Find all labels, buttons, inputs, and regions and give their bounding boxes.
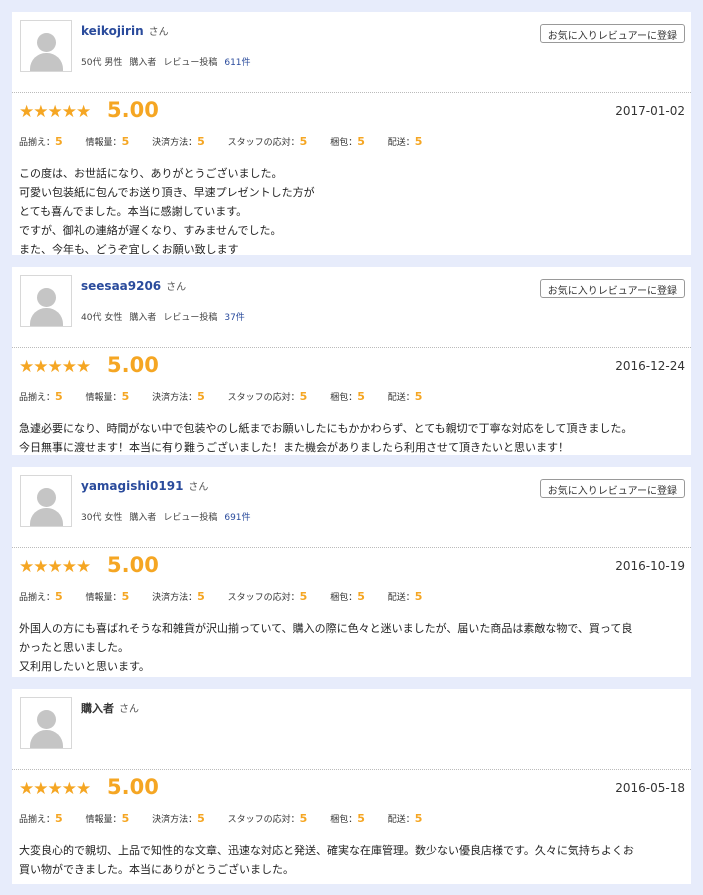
- score-row: ★★★★★ 5.00 2017-01-02: [19, 98, 685, 128]
- reviewer-meta: 40代 女性 購入者 レビュー投稿 37件: [81, 310, 252, 323]
- add-favorite-reviewer-button[interactable]: お気に入りレビュアーに登録: [539, 279, 685, 298]
- review-card: seesaa9206 さん 40代 女性 購入者 レビュー投稿 37件 お気に入りレビュ…: [12, 267, 691, 455]
- score-value: 5.00: [107, 98, 159, 122]
- score-value: 5.00: [107, 353, 159, 377]
- buyer-label: 購入者: [129, 313, 157, 323]
- review-card: 購入者 さん ★★★★★ 5.00 2016-05-18 品揃え：5 情報量：5 …: [12, 689, 691, 884]
- score-value: 5.00: [107, 553, 159, 577]
- honorific: さん: [188, 482, 209, 493]
- reviewer-name-link[interactable]: seesaa9206 さん: [81, 278, 186, 293]
- avatar: [20, 697, 72, 749]
- star-rating: ★★★★★: [19, 779, 91, 799]
- score-row: ★★★★★ 5.00 2016-05-18: [19, 775, 685, 805]
- avatar: [20, 275, 72, 327]
- review-date: 2016-10-19: [615, 559, 685, 573]
- star-rating: ★★★★★: [19, 102, 91, 122]
- sub-ratings: 品揃え：5 情報量：5 決済方法：5 スタッフの応対：5 梱包：5 配送：5: [19, 390, 423, 403]
- age-gender: 30代 女性: [81, 513, 123, 523]
- reviewer-name-link[interactable]: yamagishi0191 さん: [81, 478, 208, 493]
- review-count-link[interactable]: 691件: [224, 513, 250, 523]
- star-rating: ★★★★★: [19, 557, 91, 577]
- reviewer-meta: 30代 女性 購入者 レビュー投稿 691件: [81, 510, 258, 523]
- score-row: ★★★★★ 5.00 2016-12-24: [19, 353, 685, 383]
- star-rating: ★★★★★: [19, 357, 91, 377]
- review-header: keikojirin さん 50代 男性 購入者 レビュー投稿 611件 お気に入りレビ…: [12, 12, 691, 93]
- sub-ratings: 品揃え：5 情報量：5 決済方法：5 スタッフの応対：5 梱包：5 配送：5: [19, 812, 423, 825]
- review-date: 2016-12-24: [615, 359, 685, 373]
- sub-ratings: 品揃え：5 情報量：5 決済方法：5 スタッフの応対：5 梱包：5 配送：5: [19, 135, 423, 148]
- reviewer-name: 購入者 さん: [81, 702, 139, 715]
- review-text: 急遽必要になり、時間がない中で包装やのし紙までお願いしたにもかかわらず、とても親…: [19, 422, 633, 454]
- add-favorite-reviewer-button[interactable]: お気に入りレビュアーに登録: [539, 479, 685, 498]
- review-header: yamagishi0191 さん 30代 女性 購入者 レビュー投稿 691件 お気に入…: [12, 467, 691, 548]
- sub-ratings: 品揃え：5 情報量：5 決済方法：5 スタッフの応対：5 梱包：5 配送：5: [19, 590, 423, 603]
- honorific: さん: [119, 704, 139, 715]
- review-count-label: レビュー投稿: [163, 513, 218, 523]
- honorific: さん: [166, 282, 187, 293]
- review-card: keikojirin さん 50代 男性 購入者 レビュー投稿 611件 お気に入りレビ…: [12, 12, 691, 256]
- buyer-label: 購入者: [129, 513, 157, 523]
- review-count-label: レビュー投稿: [163, 58, 218, 68]
- avatar: [20, 475, 72, 527]
- review-text: 外国人の方にも喜ばれそうな和雑貨が沢山揃っていて、購入の際に色々と迷いましたが、…: [19, 622, 633, 673]
- review-text: 大変良心的で親切、上品で知性的な文章、迅速な対応と発送、確実な在庫管理。数少ない…: [19, 844, 634, 876]
- score-value: 5.00: [107, 775, 159, 799]
- age-gender: 40代 女性: [81, 313, 123, 323]
- review-card: yamagishi0191 さん 30代 女性 購入者 レビュー投稿 691件 お気に入…: [12, 467, 691, 677]
- reviewer-name-link[interactable]: keikojirin さん: [81, 23, 169, 38]
- honorific: さん: [148, 27, 169, 38]
- age-gender: 50代 男性: [81, 58, 123, 68]
- review-date: 2017-01-02: [615, 104, 685, 118]
- avatar: [20, 20, 72, 72]
- review-header: 購入者 さん: [12, 689, 691, 770]
- review-count-label: レビュー投稿: [163, 313, 218, 323]
- review-date: 2016-05-18: [615, 781, 685, 795]
- review-count-link[interactable]: 37件: [224, 313, 244, 323]
- review-count-link[interactable]: 611件: [224, 58, 250, 68]
- buyer-label: 購入者: [129, 58, 157, 68]
- score-row: ★★★★★ 5.00 2016-10-19: [19, 553, 685, 583]
- review-header: seesaa9206 さん 40代 女性 購入者 レビュー投稿 37件 お気に入りレビュ…: [12, 267, 691, 348]
- reviewer-meta: 50代 男性 購入者 レビュー投稿 611件: [81, 55, 258, 68]
- add-favorite-reviewer-button[interactable]: お気に入りレビュアーに登録: [539, 24, 685, 43]
- review-text: この度は、お世話になり、ありがとうございました。 可愛い包装紙に包んでお送り頂き…: [19, 167, 315, 256]
